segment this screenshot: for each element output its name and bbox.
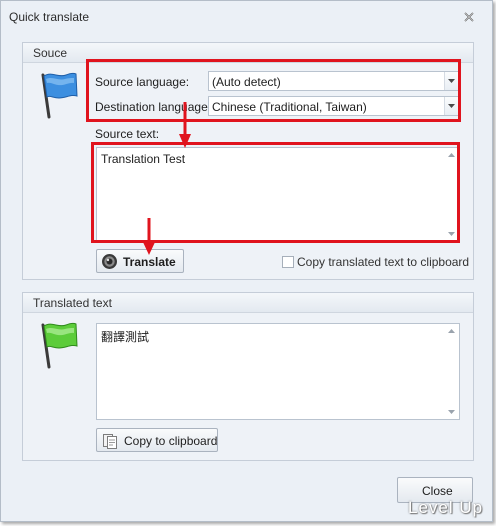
scroll-up-icon[interactable] <box>448 329 455 333</box>
source-text-input[interactable]: Translation Test <box>96 147 460 242</box>
translated-group-header: Translated text <box>23 293 473 313</box>
source-group: Souce Source language: (Auto detect) Des… <box>22 42 474 280</box>
copy-to-clipboard-button[interactable]: Copy to clipboard <box>96 428 218 452</box>
destination-language-label: Destination language: <box>95 100 212 114</box>
source-text-label: Source text: <box>95 127 160 141</box>
close-icon[interactable] <box>462 10 476 24</box>
translated-text-value: 翻譯測試 <box>101 330 150 344</box>
speaker-icon <box>102 254 117 269</box>
translated-group-title: Translated text <box>33 296 112 310</box>
copy-to-clipboard-button-label: Copy to clipboard <box>124 434 218 448</box>
close-button-label: Close <box>422 484 453 498</box>
chevron-down-icon <box>448 79 455 83</box>
blue-flag-icon <box>41 72 78 119</box>
scroll-down-icon[interactable] <box>448 232 455 236</box>
level-up-watermark: Level Up <box>408 498 484 517</box>
scroll-up-icon[interactable] <box>448 153 455 157</box>
copy-to-clipboard-checkbox[interactable] <box>282 256 294 268</box>
translated-text-scrollbar[interactable] <box>445 324 459 419</box>
source-language-label: Source language: <box>95 75 190 89</box>
translate-button-label: Translate <box>123 255 176 269</box>
source-text-scrollbar[interactable] <box>445 148 459 241</box>
translated-text-output[interactable]: 翻譯測試 <box>96 323 460 420</box>
window-title: Quick translate <box>9 10 90 24</box>
translated-group: Translated text 翻譯測試 Copy to clipboard <box>22 292 474 461</box>
destination-language-value: Chinese (Traditional, Taiwan) <box>212 100 367 114</box>
scroll-down-icon[interactable] <box>448 410 455 414</box>
title-bar: Quick translate <box>1 1 492 33</box>
source-language-select[interactable]: (Auto detect) <box>208 71 459 91</box>
quick-translate-window: Quick translate Souce Source language: (… <box>0 0 493 522</box>
clipboard-icon <box>103 434 117 449</box>
chevron-down-icon <box>448 104 455 108</box>
destination-language-dropdown-button[interactable] <box>444 97 458 115</box>
destination-language-select[interactable]: Chinese (Traditional, Taiwan) <box>208 96 459 116</box>
source-language-dropdown-button[interactable] <box>444 72 458 90</box>
copy-to-clipboard-checkbox-label[interactable]: Copy translated text to clipboard <box>297 255 469 269</box>
source-language-value: (Auto detect) <box>212 75 281 89</box>
source-group-header: Souce <box>23 43 473 63</box>
source-group-title: Souce <box>33 46 68 60</box>
translate-button[interactable]: Translate <box>96 249 184 273</box>
green-flag-icon <box>41 322 78 369</box>
source-text-value: Translation Test <box>101 152 186 166</box>
